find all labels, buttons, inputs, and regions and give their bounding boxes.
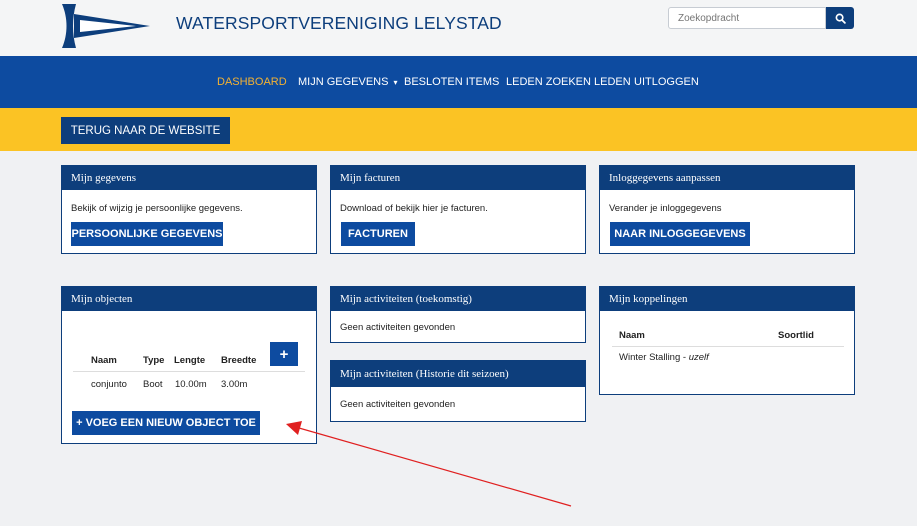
panel-mijn-facturen: Mijn facturen Download of bekijk hier je…: [330, 165, 586, 254]
koppeling-relation: uzelf: [688, 352, 709, 363]
objects-table: Naam Type Lengte Breedte conjunto Boot 1…: [73, 355, 306, 395]
search-icon: [835, 13, 846, 24]
koppeling-name: Winter Stalling -: [619, 352, 687, 363]
nav-dashboard[interactable]: DASHBOARD: [217, 76, 287, 88]
nav-leden-zoeken-leden[interactable]: LEDEN ZOEKEN LEDEN: [506, 76, 631, 88]
back-to-website-button[interactable]: TERUG NAAR DE WEBSITE: [61, 117, 230, 144]
main-nav: DASHBOARD MIJN GEGEVENS ▾ BESLOTEN ITEMS…: [0, 56, 917, 108]
panel-title: Mijn objecten: [62, 287, 316, 311]
panel-text: Download of bekijk hier je facturen.: [340, 203, 488, 214]
panel-title: Mijn koppelingen: [600, 287, 854, 311]
column-header: Soortlid: [778, 330, 814, 341]
panel-title: Mijn activiteiten (Historie dit seizoen): [331, 361, 585, 387]
panel-text: Verander je inloggegevens: [609, 203, 722, 214]
site-title[interactable]: WATERSPORTVERENIGING LELYSTAD: [176, 13, 502, 34]
column-header: Lengte: [174, 355, 206, 366]
column-header: Naam: [619, 330, 645, 341]
nav-uitloggen[interactable]: UITLOGGEN: [634, 76, 699, 88]
panel-inloggegevens: Inloggegevens aanpassen Verander je inlo…: [599, 165, 855, 254]
panel-title: Mijn gegevens: [62, 166, 316, 190]
top-header: WATERSPORTVERENIGING LELYSTAD: [0, 0, 917, 56]
panel-text: Geen activiteiten gevonden: [340, 322, 456, 333]
panel-activiteiten-historie: Mijn activiteiten (Historie dit seizoen)…: [330, 360, 586, 422]
nav-mijn-gegevens[interactable]: MIJN GEGEVENS ▾: [298, 76, 398, 88]
divider: [73, 371, 305, 372]
panel-title: Inloggegevens aanpassen: [600, 166, 854, 190]
chevron-down-icon: ▾: [393, 78, 398, 87]
add-new-object-button[interactable]: + VOEG EEN NIEUW OBJECT TOE: [72, 411, 260, 435]
nav-mijn-gegevens-label: MIJN GEGEVENS: [298, 76, 389, 88]
divider: [612, 346, 844, 347]
panel-text: Geen activiteiten gevonden: [340, 399, 456, 410]
search-button[interactable]: [826, 7, 854, 29]
panel-mijn-koppelingen: Mijn koppelingen Naam Soortlid Winter St…: [599, 286, 855, 395]
table-cell: Boot: [143, 379, 163, 390]
nav-besloten-items[interactable]: BESLOTEN ITEMS: [404, 76, 499, 88]
table-cell: 10.00m: [175, 379, 207, 390]
search-input[interactable]: [668, 7, 826, 29]
panel-title: Mijn activiteiten (toekomstig): [331, 287, 585, 311]
table-cell: 3.00m: [221, 379, 248, 390]
column-header: Type: [143, 355, 165, 366]
panel-title: Mijn facturen: [331, 166, 585, 190]
list-item[interactable]: Winter Stalling - uzelf: [619, 352, 709, 363]
invoices-button[interactable]: FACTUREN: [341, 222, 415, 246]
panel-mijn-objecten: Mijn objecten + Naam Type Lengte Breedte…: [61, 286, 317, 444]
column-header: Naam: [91, 355, 117, 366]
table-cell[interactable]: conjunto: [91, 379, 127, 390]
panel-mijn-gegevens: Mijn gegevens Bekijk of wijzig je persoo…: [61, 165, 317, 254]
panel-activiteiten-toekomstig: Mijn activiteiten (toekomstig) Geen acti…: [330, 286, 586, 343]
column-header: Breedte: [221, 355, 257, 366]
panel-text: Bekijk of wijzig je persoonlijke gegeven…: [71, 203, 243, 214]
personal-data-button[interactable]: PERSOONLIJKE GEGEVENS: [71, 222, 223, 246]
login-data-button[interactable]: NAAR INLOGGEGEVENS: [610, 222, 750, 246]
club-logo-icon[interactable]: [58, 4, 154, 48]
